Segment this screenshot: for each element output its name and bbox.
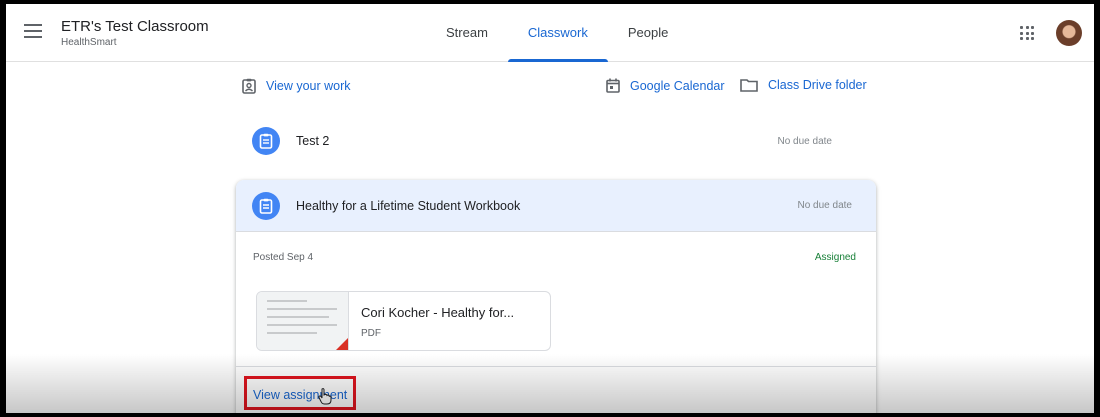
tab-classwork[interactable]: Classwork [507, 4, 608, 62]
class-name[interactable]: ETR's Test Classroom [61, 18, 209, 35]
menu-icon[interactable] [24, 24, 42, 38]
view-your-work-label: View your work [266, 79, 351, 93]
status-badge: Assigned [814, 252, 856, 263]
google-calendar-label: Google Calendar [630, 78, 725, 93]
tab-stream[interactable]: Stream [426, 4, 508, 62]
attachment-name: Cori Kocher - Healthy for... [361, 305, 515, 320]
hand-cursor-icon [318, 388, 332, 405]
assignment-title: Healthy for a Lifetime Student Workbook [296, 198, 521, 213]
class-section: HealthSmart [61, 37, 117, 48]
class-drive-folder-link[interactable]: Class Drive folder [740, 78, 867, 92]
apps-grid-icon[interactable] [1020, 26, 1034, 40]
top-app-bar: ETR's Test Classroom HealthSmart Stream … [6, 4, 1094, 62]
folder-icon [740, 79, 758, 92]
assignment-row-healthy-for-a-lifetime[interactable]: Healthy for a Lifetime Student Workbook … [236, 180, 876, 232]
assignment-row-test-2[interactable]: Test 2 No due date [236, 116, 876, 166]
assignment-card-expanded: Healthy for a Lifetime Student Workbook … [236, 180, 876, 413]
tab-people[interactable]: People [608, 4, 688, 62]
tab-bar: Stream Classwork People [426, 4, 688, 62]
google-calendar-link[interactable]: Google Calendar [606, 78, 725, 93]
class-drive-folder-label: Class Drive folder [768, 78, 867, 92]
posted-date: Posted Sep 4 [253, 252, 314, 263]
pdf-corner-icon [334, 338, 348, 350]
due-date: No due date [797, 200, 853, 211]
view-assignment-button[interactable]: View assignment [244, 376, 357, 410]
assignment-ind-icon [242, 78, 256, 94]
assignment-icon [252, 191, 280, 220]
card-divider [236, 366, 876, 367]
view-your-work-link[interactable]: View your work [242, 78, 351, 94]
assignment-icon [252, 127, 280, 155]
due-date: No due date [777, 135, 833, 147]
pdf-thumbnail [257, 292, 349, 350]
classroom-window: ETR's Test Classroom HealthSmart Stream … [6, 4, 1094, 413]
avatar[interactable] [1056, 20, 1082, 46]
attachment-type: PDF [361, 328, 381, 339]
assignment-title: Test 2 [296, 134, 330, 148]
attachment-card[interactable]: Cori Kocher - Healthy for... PDF [256, 291, 551, 351]
calendar-icon [606, 78, 620, 93]
